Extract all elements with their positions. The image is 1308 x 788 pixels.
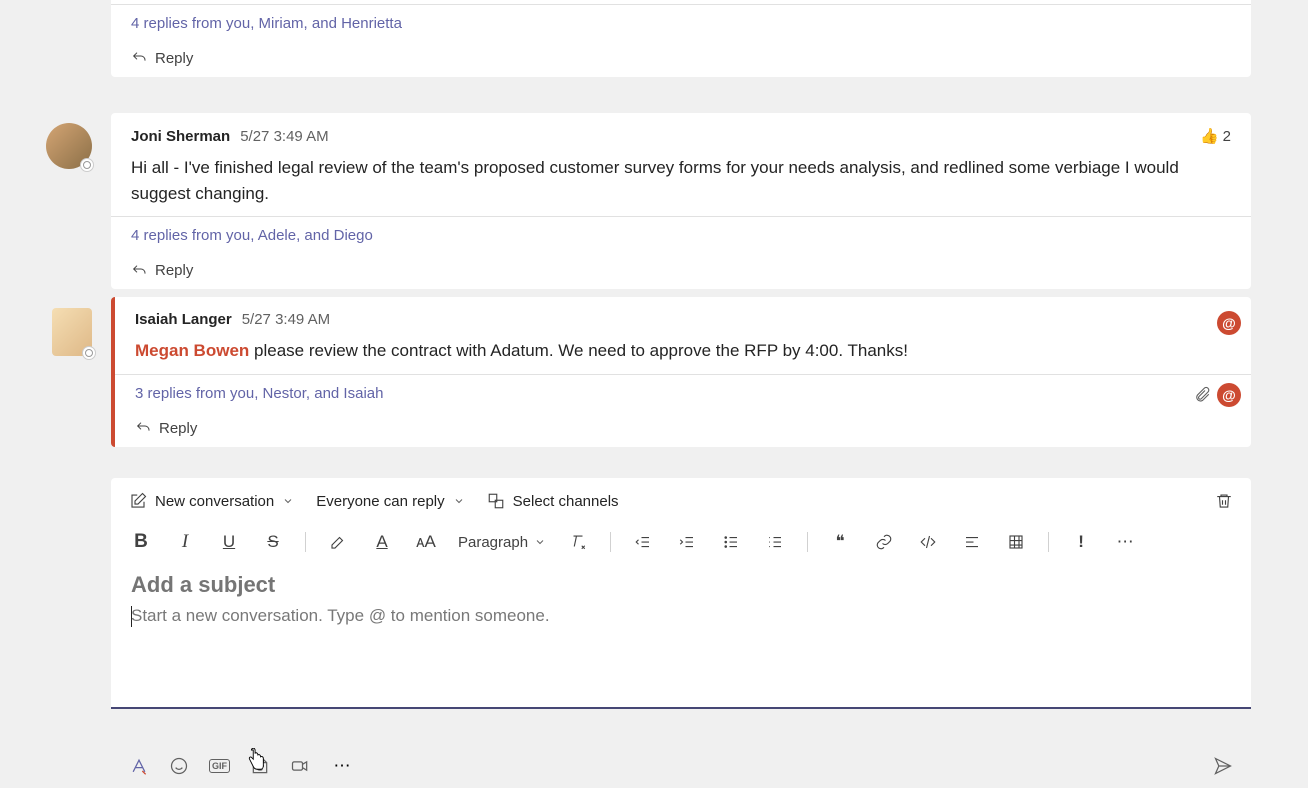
table-button[interactable] xyxy=(1004,530,1028,554)
separator xyxy=(610,532,611,552)
replies-link[interactable]: 3 replies from you, Nestor, and Isaiah @ xyxy=(115,374,1251,412)
important-button[interactable]: ! xyxy=(1069,530,1093,554)
message-thread: Joni Sherman 5/27 3:49 AM 👍 2 Hi all - I… xyxy=(111,113,1251,289)
meet-now-icon[interactable] xyxy=(290,756,310,776)
chevron-down-icon xyxy=(282,495,294,507)
composer-actions: GIF ⋯ xyxy=(111,748,1251,784)
reply-label: Reply xyxy=(155,262,193,279)
sender-name[interactable]: Joni Sherman xyxy=(131,128,230,145)
reply-label: Reply xyxy=(155,50,193,67)
mention-badge-icon[interactable]: @ xyxy=(1217,311,1241,335)
message-thread-mentioned: Isaiah Langer 5/27 3:49 AM @ Megan Bowen… xyxy=(111,297,1251,447)
subject-input[interactable] xyxy=(111,564,1251,602)
reaction-count: 2 xyxy=(1223,128,1231,145)
align-button[interactable] xyxy=(960,530,984,554)
chevron-down-icon xyxy=(534,536,546,548)
send-button[interactable] xyxy=(1213,756,1233,776)
number-list-button[interactable] xyxy=(763,530,787,554)
message-timestamp: 5/27 3:49 AM xyxy=(240,128,328,145)
message-body: Megan Bowen please review the contract w… xyxy=(115,328,1251,374)
select-channels-button[interactable]: Select channels xyxy=(487,492,619,510)
font-size-button[interactable]: ᴀA xyxy=(414,530,438,554)
message-timestamp: 5/27 3:49 AM xyxy=(242,311,330,328)
discard-button[interactable] xyxy=(1215,492,1233,510)
emoji-icon[interactable] xyxy=(169,756,189,776)
chevron-down-icon xyxy=(453,495,465,507)
bold-button[interactable]: B xyxy=(129,530,153,554)
message-thread: comments in the notes column. I have a c… xyxy=(111,0,1251,77)
strikethrough-button[interactable]: S xyxy=(261,530,285,554)
gif-icon[interactable]: GIF xyxy=(209,759,230,773)
reply-button[interactable]: Reply xyxy=(115,412,1251,447)
underline-button[interactable]: U xyxy=(217,530,241,554)
separator xyxy=(1048,532,1049,552)
reply-arrow-icon xyxy=(135,420,151,436)
reply-button[interactable]: Reply xyxy=(111,254,1251,289)
indent-button[interactable] xyxy=(675,530,699,554)
replies-link[interactable]: 4 replies from you, Miriam, and Henriett… xyxy=(111,4,1251,42)
bullet-list-button[interactable] xyxy=(719,530,743,554)
reaction-thumbsup[interactable]: 👍 2 xyxy=(1200,127,1231,145)
outdent-button[interactable] xyxy=(631,530,655,554)
sender-name[interactable]: Isaiah Langer xyxy=(135,311,232,328)
font-color-button[interactable]: A xyxy=(370,530,394,554)
italic-button[interactable]: I xyxy=(173,530,197,554)
mention-user[interactable]: Megan Bowen xyxy=(135,341,249,360)
channels-icon xyxy=(487,492,505,510)
more-options-button[interactable]: ⋯ xyxy=(1113,530,1137,554)
reply-arrow-icon xyxy=(131,50,147,66)
reply-arrow-icon xyxy=(131,263,147,279)
paragraph-dropdown[interactable]: Paragraph xyxy=(458,534,546,551)
trash-icon xyxy=(1215,492,1233,510)
highlight-button[interactable] xyxy=(326,530,350,554)
reply-label: Reply xyxy=(159,420,197,437)
clear-format-button[interactable] xyxy=(566,530,590,554)
more-actions-button[interactable]: ⋯ xyxy=(330,754,354,778)
edit-icon xyxy=(129,492,147,510)
reply-button[interactable]: Reply xyxy=(111,42,1251,77)
composer-options: New conversation Everyone can reply Sele… xyxy=(111,478,1251,524)
new-conversation-dropdown[interactable]: New conversation xyxy=(129,492,294,510)
thumbsup-icon: 👍 xyxy=(1200,127,1219,145)
composer: New conversation Everyone can reply Sele… xyxy=(111,478,1251,709)
code-button[interactable] xyxy=(916,530,940,554)
format-toolbar: B I U S A ᴀA Paragraph ❝ ! ⋯ xyxy=(111,524,1251,564)
presence-icon xyxy=(80,158,94,172)
format-icon[interactable] xyxy=(129,756,149,776)
reply-permissions-dropdown[interactable]: Everyone can reply xyxy=(316,493,464,510)
message-body: Hi all - I've finished legal review of t… xyxy=(111,145,1251,216)
message-header: Isaiah Langer 5/27 3:49 AM @ xyxy=(115,297,1251,328)
presence-icon xyxy=(82,346,96,360)
link-button[interactable] xyxy=(872,530,896,554)
separator xyxy=(807,532,808,552)
attachment-icon[interactable] xyxy=(1193,386,1211,404)
message-header: Joni Sherman 5/27 3:49 AM 👍 2 xyxy=(111,113,1251,145)
separator xyxy=(305,532,306,552)
replies-link[interactable]: 4 replies from you, Adele, and Diego xyxy=(111,216,1251,254)
quote-button[interactable]: ❝ xyxy=(828,530,852,554)
mention-badge-icon[interactable]: @ xyxy=(1217,383,1241,407)
sticker-icon[interactable] xyxy=(250,756,270,776)
message-body-input[interactable]: Start a new conversation. Type @ to ment… xyxy=(111,602,1251,707)
